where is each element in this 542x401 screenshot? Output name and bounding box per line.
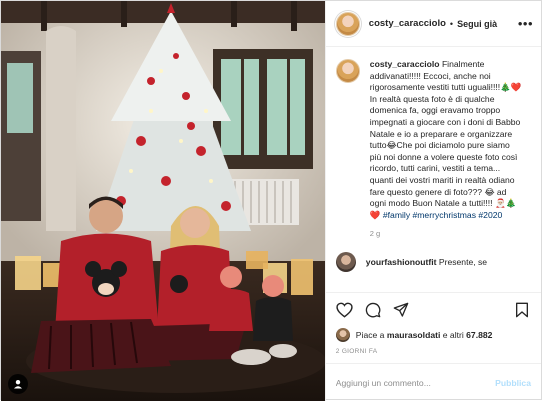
author-username[interactable]: costy_caracciolo (369, 18, 446, 29)
post-date[interactable]: 2 GIORNI FA (326, 344, 541, 363)
comments-area[interactable]: costy_caracciolo Finalmente addivanati!!… (326, 47, 541, 292)
paper-plane-icon (393, 302, 409, 317)
caption-body: Finalmente addivanati!!!!! Eccoci, anche… (369, 59, 522, 220)
likes-prefix: Piace a (355, 330, 385, 340)
caption-author-avatar[interactable] (335, 59, 360, 83)
christmas-family-photo (1, 1, 325, 401)
likes-summary: Piace a maurasoldati e altri 67.882 (326, 326, 541, 344)
author-avatar[interactable] (335, 11, 360, 36)
comment-body: Presente, se (438, 257, 488, 268)
user-silhouette-icon (14, 380, 22, 389)
comment-input[interactable] (335, 377, 496, 388)
share-button[interactable] (392, 301, 410, 319)
commenter-avatar[interactable] (335, 252, 356, 273)
user-tag-icon[interactable] (8, 374, 28, 394)
post-side-panel: costy_caracciolo • Segui già ••• costy_c… (324, 1, 541, 401)
action-bar (325, 292, 541, 326)
post-photo[interactable] (1, 1, 325, 401)
caption-username[interactable]: costy_caracciolo (370, 59, 440, 69)
comment-item: yourfashionoutfit Presente, se (335, 252, 531, 273)
add-comment-bar: Pubblica (325, 363, 541, 401)
comment-text: yourfashionoutfit Presente, se (366, 257, 487, 267)
publish-button[interactable]: Pubblica (495, 378, 531, 388)
commenter-username[interactable]: yourfashionoutfit (366, 257, 437, 267)
caption-hashtags[interactable]: #family #merrychristmas #2020 (383, 210, 502, 220)
caption-text: costy_caracciolo Finalmente addivanati!!… (370, 59, 522, 221)
save-button[interactable] (513, 301, 531, 319)
more-horizontal-icon[interactable]: ••• (518, 17, 533, 30)
following-button[interactable]: Segui già (457, 19, 497, 29)
comment-icon (365, 302, 381, 317)
likes-count[interactable]: 67.882 (466, 330, 492, 340)
heart-icon (336, 302, 353, 318)
like-button[interactable] (336, 301, 354, 319)
post-header: costy_caracciolo • Segui già ••• (325, 1, 541, 47)
header-separator: • (449, 18, 454, 29)
comment-button[interactable] (364, 301, 382, 319)
likes-middle: e altri (442, 330, 464, 340)
liker-username[interactable]: maurasoldati (387, 330, 441, 340)
liker-avatar[interactable] (335, 328, 350, 342)
caption-age: 2 g (369, 229, 381, 239)
likes-text[interactable]: Piace a maurasoldati e altri 67.882 (356, 330, 493, 340)
instagram-post: costy_caracciolo • Segui già ••• costy_c… (0, 0, 542, 401)
caption: costy_caracciolo Finalmente addivanati!!… (335, 59, 531, 221)
bookmark-icon (516, 302, 528, 317)
